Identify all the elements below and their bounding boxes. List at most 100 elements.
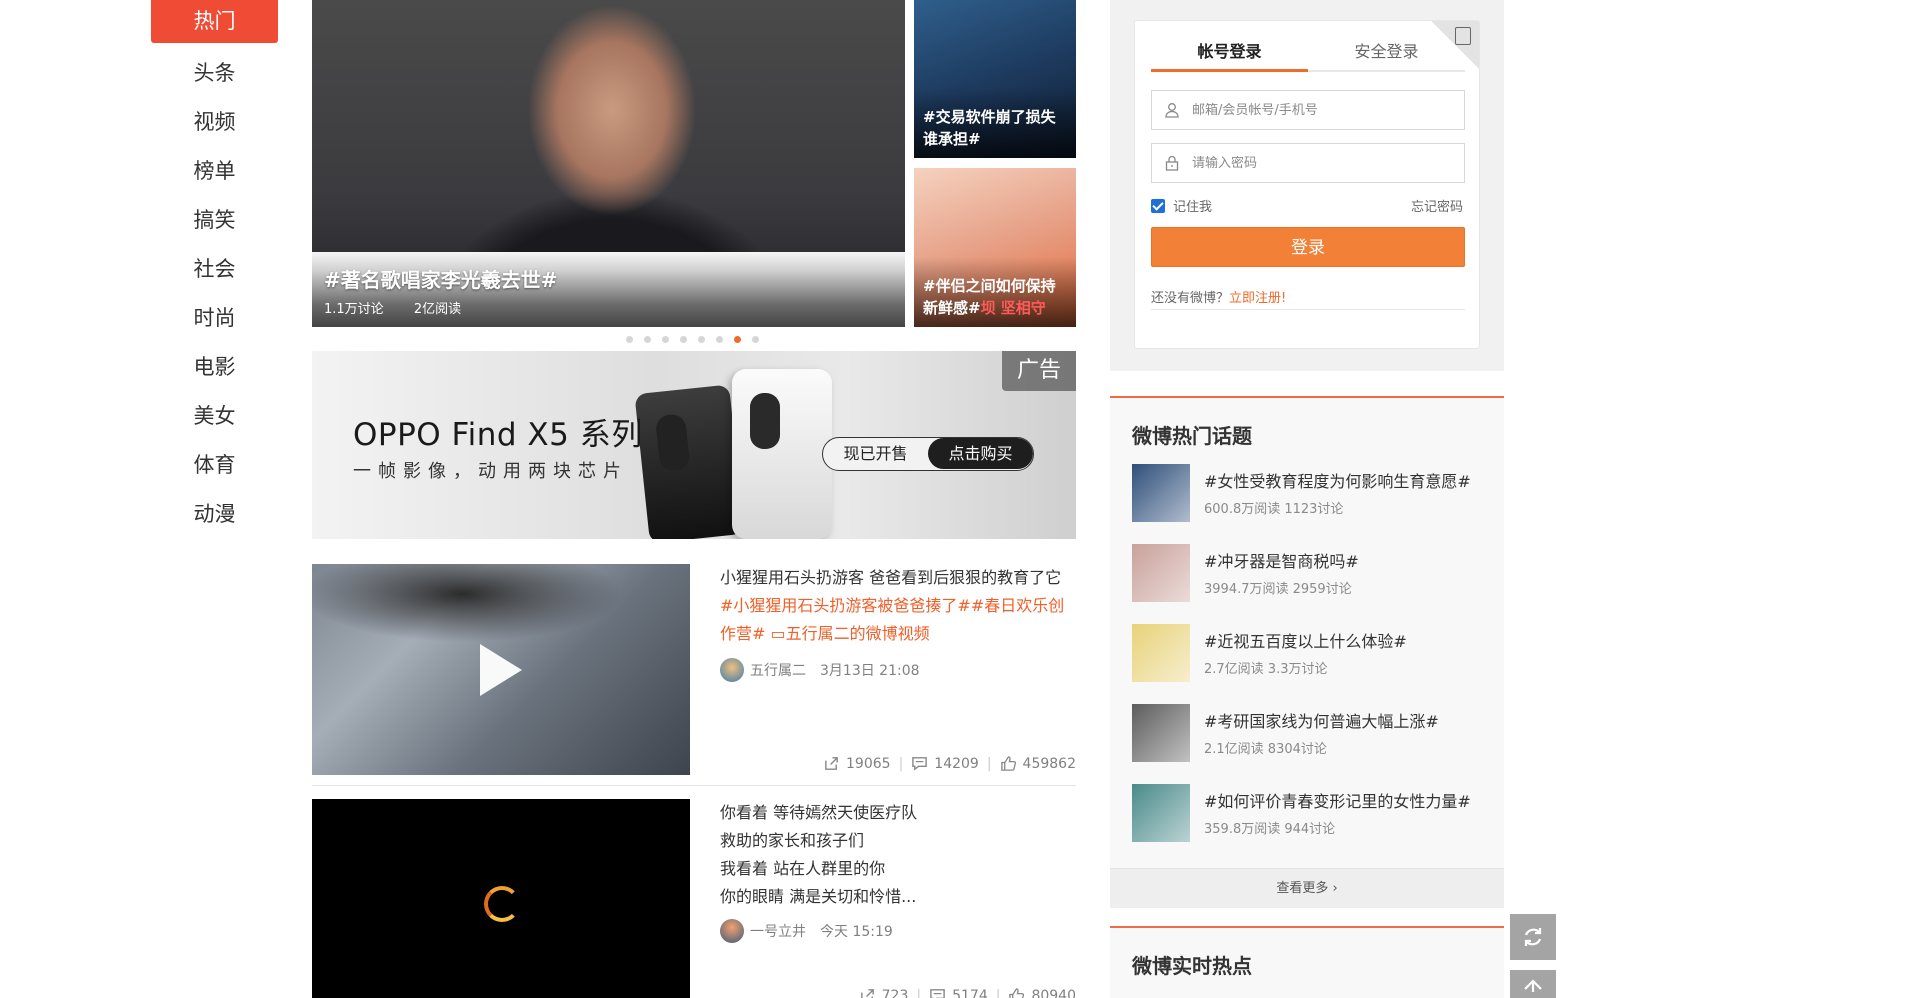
topic-item[interactable]: #考研国家线为何普遍大幅上涨# 2.1亿阅读 8304讨论 — [1132, 704, 1492, 762]
carousel-dot[interactable] — [626, 336, 633, 343]
ad-buy-button[interactable]: 点击购买 — [928, 438, 1033, 469]
nav-item-fashion[interactable]: 时尚 — [151, 294, 278, 343]
topic-thumbnail[interactable] — [1132, 464, 1190, 522]
carousel-dot[interactable] — [752, 336, 759, 343]
comment-icon — [912, 757, 928, 771]
ad-cta-pill[interactable]: 现已开售 点击购买 — [822, 437, 1034, 471]
nav-item-rankings[interactable]: 榜单 — [151, 147, 278, 196]
nav-item-movies[interactable]: 电影 — [151, 343, 278, 392]
topic-item[interactable]: #冲牙器是智商税吗# 3994.7万阅读 2959讨论 — [1132, 544, 1492, 602]
comment-button[interactable]: 5174 — [929, 987, 988, 998]
carousel-side-card-trading[interactable]: #交易软件崩了损失谁承担# — [914, 0, 1076, 158]
repost-button[interactable]: 19065 — [823, 755, 891, 772]
forgot-password-link[interactable]: 忘记密码 — [1411, 196, 1463, 215]
feed-text[interactable]: 你看着 等待嫣然天使医疗队 救助的家长和孩子们 我看着 站在人群里的你 你的眼睛… — [720, 799, 1076, 911]
carousel-dot[interactable] — [662, 336, 669, 343]
carousel-main-slide[interactable]: #著名歌唱家李光羲去世# 1.1万讨论 2亿阅读 — [312, 0, 905, 327]
feed-author[interactable]: 五行属二 3月13日 21:08 — [720, 658, 920, 682]
topic-thumbnail[interactable] — [1132, 704, 1190, 762]
password-field[interactable] — [1151, 143, 1465, 183]
remember-me[interactable]: 记住我 — [1151, 196, 1212, 215]
side-card-caption: #交易软件崩了损失谁承担# — [923, 108, 1056, 148]
nav-item-sports[interactable]: 体育 — [151, 441, 278, 490]
repost-button[interactable]: 723 — [859, 987, 908, 998]
user-icon — [1165, 103, 1179, 118]
repost-icon — [825, 757, 838, 770]
comment-count: 14209 — [934, 755, 979, 772]
topic-item[interactable]: #近视五百度以上什么体验# 2.7亿阅读 3.3万讨论 — [1132, 624, 1492, 682]
loading-spinner-icon — [484, 886, 520, 922]
topic-thumbnail[interactable] — [1132, 544, 1190, 602]
avatar[interactable] — [720, 919, 744, 943]
topic-title[interactable]: #如何评价青春变形记里的女性力量# — [1204, 788, 1471, 812]
side-card-caption-overlay: 坝 坚相守 — [980, 299, 1046, 317]
username-field[interactable] — [1151, 90, 1465, 130]
arrow-up-icon — [1524, 979, 1542, 992]
topic-item[interactable]: #如何评价青春变形记里的女性力量# 359.8万阅读 944讨论 — [1132, 784, 1492, 842]
refresh-button[interactable] — [1510, 914, 1556, 960]
nav-item-funny[interactable]: 搞笑 — [151, 196, 278, 245]
feed-text-line: 你看着 等待嫣然天使医疗队 — [720, 803, 918, 822]
ad-on-sale-label: 现已开售 — [843, 444, 908, 463]
topic-title[interactable]: #女性受教育程度为何影响生育意愿# — [1204, 468, 1471, 492]
topic-thumbnail[interactable] — [1132, 784, 1190, 842]
nav-item-society[interactable]: 社会 — [151, 245, 278, 294]
tab-account-login[interactable]: 帐号登录 — [1151, 36, 1308, 72]
author-name[interactable]: 一号立井 — [750, 921, 806, 941]
carousel-reads: 2亿阅读 — [413, 302, 462, 317]
nav-item-anime[interactable]: 动漫 — [151, 490, 278, 539]
like-button[interactable]: 459862 — [1000, 755, 1076, 772]
tab-secure-login[interactable]: 安全登录 — [1308, 36, 1465, 72]
carousel-dot[interactable] — [716, 336, 723, 343]
realtime-hot-title: 微博实时热点 — [1132, 954, 1252, 978]
feed-text-line: 救助的家长和孩子们 — [720, 831, 865, 850]
carousel-dot[interactable] — [698, 336, 705, 343]
ad-phone-white — [732, 369, 832, 539]
password-input[interactable] — [1192, 155, 1452, 171]
ad-phone-black — [634, 384, 745, 539]
like-button[interactable]: 80940 — [1008, 987, 1076, 998]
remember-checkbox[interactable] — [1151, 198, 1165, 213]
topic-title[interactable]: #考研国家线为何普遍大幅上涨# — [1204, 708, 1439, 732]
ad-subtitle: 一帧影像，动用两块芯片 — [353, 461, 628, 482]
carousel-main-title[interactable]: #著名歌唱家李光羲去世# — [324, 264, 558, 293]
feed-hashtags[interactable]: #小猩猩用石头扔游客被爸爸揍了##春日欢乐创作营# ▭五行属二的微博视频 — [720, 592, 1076, 648]
comment-button[interactable]: 14209 — [911, 755, 979, 772]
topic-thumbnail[interactable] — [1132, 624, 1190, 682]
nav-item-headlines[interactable]: 头条 — [151, 49, 278, 98]
feed-text[interactable]: 小猩猩用石头扔游客 爸爸看到后狠狠的教育了它 #小猩猩用石头扔游客被爸爸揍了##… — [720, 564, 1076, 648]
see-more-button[interactable]: 查看更多 › — [1110, 868, 1504, 908]
video-thumbnail[interactable] — [312, 564, 690, 775]
carousel-dot[interactable] — [734, 336, 741, 343]
topic-meta: 2.1亿阅读 8304讨论 — [1204, 742, 1327, 757]
feed-author[interactable]: 一号立井 今天 15:19 — [720, 919, 893, 943]
feed-item: 小猩猩用石头扔游客 爸爸看到后狠狠的教育了它 #小猩猩用石头扔游客被爸爸揍了##… — [312, 564, 1076, 786]
feed-text-main: 小猩猩用石头扔游客 爸爸看到后狠狠的教育了它 — [720, 568, 1062, 587]
nav-item-hot[interactable]: 热门 — [151, 0, 278, 43]
topic-meta: 359.8万阅读 944讨论 — [1204, 822, 1336, 837]
topic-meta: 3994.7万阅读 2959讨论 — [1204, 582, 1352, 597]
topic-title[interactable]: #冲牙器是智商税吗# — [1204, 548, 1359, 572]
topic-title[interactable]: #近视五百度以上什么体验# — [1204, 628, 1407, 652]
carousel-discussions: 1.1万讨论 — [324, 302, 384, 317]
carousel-side-card-couples[interactable]: #伴侣之间如何保持新鲜感#坝 坚相守 — [914, 168, 1076, 327]
topic-item[interactable]: #女性受教育程度为何影响生育意愿# 600.8万阅读 1123讨论 — [1132, 464, 1492, 522]
post-time: 今天 15:19 — [820, 924, 893, 940]
video-thumbnail[interactable] — [312, 799, 690, 998]
ad-badge: 广告 — [1002, 351, 1076, 391]
nav-item-video[interactable]: 视频 — [151, 98, 278, 147]
login-button[interactable]: 登录 — [1151, 227, 1465, 267]
author-name[interactable]: 五行属二 — [750, 660, 806, 680]
hot-topics-panel: 微博热门话题 #女性受教育程度为何影响生育意愿# 600.8万阅读 1123讨论… — [1110, 396, 1504, 908]
ad-camera-module — [750, 393, 780, 449]
ad-banner[interactable]: OPPO Find X5 系列 一帧影像，动用两块芯片 现已开售 点击购买 广告 — [312, 351, 1076, 539]
nav-item-beauty[interactable]: 美女 — [151, 392, 278, 441]
play-icon[interactable] — [480, 644, 522, 696]
carousel-dots — [626, 336, 759, 343]
register-link[interactable]: 立即注册! — [1229, 291, 1286, 306]
username-input[interactable] — [1192, 102, 1452, 118]
carousel-dot[interactable] — [680, 336, 687, 343]
carousel-dot[interactable] — [644, 336, 651, 343]
avatar[interactable] — [720, 658, 744, 682]
back-to-top-button[interactable] — [1510, 970, 1556, 998]
